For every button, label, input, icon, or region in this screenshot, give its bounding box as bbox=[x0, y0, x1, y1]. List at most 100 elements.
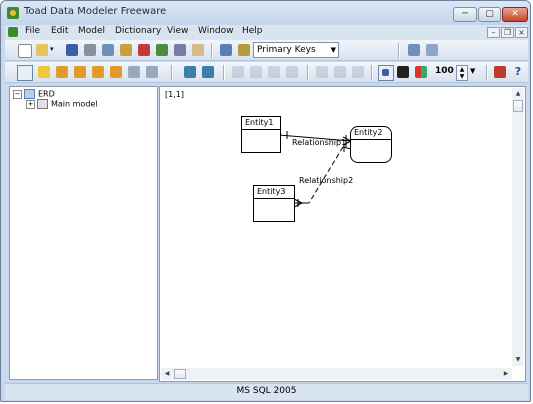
doc-icon[interactable] bbox=[8, 27, 18, 37]
toolbar-separator bbox=[211, 43, 213, 58]
align-right-icon[interactable] bbox=[267, 65, 281, 79]
scroll-right-icon[interactable]: ▶ bbox=[500, 368, 512, 380]
notation-icon[interactable] bbox=[396, 65, 410, 79]
model-icon bbox=[37, 99, 48, 109]
align-left-icon[interactable] bbox=[231, 65, 245, 79]
keys-combo-value: Primary Keys bbox=[257, 45, 316, 55]
toolbar-separator bbox=[398, 43, 400, 58]
entity-name: Entity2 bbox=[351, 127, 391, 140]
keys-combo[interactable]: Primary Keys ▼ bbox=[253, 42, 339, 58]
menu-file[interactable]: File bbox=[25, 26, 40, 36]
horizontal-scrollbar[interactable]: ◀ ▶ bbox=[161, 368, 512, 380]
pointer-icon[interactable] bbox=[17, 65, 33, 81]
key-list-icon[interactable] bbox=[237, 43, 251, 57]
window-tile-icon[interactable] bbox=[425, 43, 439, 57]
filter-icon[interactable] bbox=[315, 65, 329, 79]
menu-dictionary[interactable]: Dictionary bbox=[115, 26, 161, 36]
self-relationship-icon[interactable] bbox=[109, 65, 123, 79]
entity-tool-icon[interactable] bbox=[37, 65, 51, 79]
toolbar-separator bbox=[307, 65, 309, 80]
menu-edit[interactable]: Edit bbox=[51, 26, 68, 36]
toolbar-separator bbox=[223, 65, 225, 80]
print-icon[interactable] bbox=[83, 43, 97, 57]
relationship-tool-icon[interactable] bbox=[55, 65, 69, 79]
entity-list-icon[interactable] bbox=[219, 43, 233, 57]
close-button[interactable]: ✕ bbox=[502, 7, 528, 22]
main-toolbar: ▾ Primary Keys ▼ bbox=[5, 40, 528, 61]
zoom-value[interactable]: 100 bbox=[435, 66, 454, 76]
expand-icon[interactable]: + bbox=[26, 99, 35, 109]
toolbar-separator bbox=[371, 65, 373, 80]
help-icon[interactable]: ? bbox=[511, 65, 525, 79]
align-top-icon[interactable] bbox=[285, 65, 299, 79]
toolbar-separator bbox=[486, 65, 488, 80]
new-model-icon[interactable] bbox=[17, 43, 32, 58]
view-tool-icon[interactable] bbox=[145, 65, 159, 79]
reverse-engineer-icon[interactable] bbox=[155, 43, 169, 57]
erd-folder-icon bbox=[24, 89, 35, 99]
identifying-relationship-icon[interactable] bbox=[73, 65, 87, 79]
maximize-button[interactable]: ▢ bbox=[478, 7, 501, 22]
align-center-icon[interactable] bbox=[249, 65, 263, 79]
drawing-toolbar: 100 ▲ ▼ ▼ ? bbox=[5, 62, 528, 83]
relationship-lines bbox=[278, 131, 352, 208]
entity-name: Entity3 bbox=[254, 186, 294, 199]
vertical-scroll-thumb[interactable] bbox=[513, 100, 523, 112]
grid-toggle-icon[interactable] bbox=[378, 65, 394, 81]
paste-icon[interactable] bbox=[351, 65, 365, 79]
model-explorer: − ERD + Main model bbox=[9, 86, 158, 380]
menu-window[interactable]: Window bbox=[198, 26, 234, 36]
status-bar: MS SQL 2005 bbox=[5, 383, 528, 400]
entity-name: Entity1 bbox=[242, 117, 280, 130]
window-layout-icon[interactable] bbox=[407, 43, 421, 57]
title-bar: Toad Data Modeler Freeware ─ ▢ ✕ bbox=[1, 1, 530, 25]
menu-help[interactable]: Help bbox=[242, 26, 263, 36]
horizontal-scroll-thumb[interactable] bbox=[174, 369, 186, 379]
open-folder-icon[interactable] bbox=[35, 43, 49, 57]
check-icon[interactable] bbox=[137, 43, 151, 57]
cut-icon[interactable] bbox=[333, 65, 347, 79]
mdi-restore-button[interactable]: ❐ bbox=[501, 27, 514, 38]
scroll-down-icon[interactable]: ▼ bbox=[512, 354, 524, 366]
verify-model-icon[interactable] bbox=[101, 43, 115, 57]
collapse-icon[interactable]: − bbox=[13, 89, 22, 99]
eraser-icon[interactable] bbox=[191, 43, 205, 57]
database-type: MS SQL 2005 bbox=[236, 386, 297, 396]
diagram-canvas[interactable]: [1,1] Entity1 Entity2 Entity3 Relationsh… bbox=[159, 86, 526, 382]
app-window: Toad Data Modeler Freeware ─ ▢ ✕ File Ed… bbox=[0, 0, 531, 402]
minimize-button[interactable]: ─ bbox=[453, 7, 477, 22]
open-dropdown-icon[interactable]: ▾ bbox=[50, 45, 64, 59]
chevron-down-icon: ▼ bbox=[330, 46, 336, 54]
tree-item-main-model[interactable]: + Main model bbox=[26, 99, 98, 109]
toad-app-icon bbox=[7, 7, 19, 19]
zoom-dropdown-icon[interactable]: ▼ bbox=[470, 67, 484, 81]
tree-label-erd: ERD bbox=[38, 89, 55, 99]
entity-box[interactable]: Entity2 bbox=[350, 126, 392, 163]
exit-icon[interactable] bbox=[493, 65, 507, 79]
zoom-spinner[interactable]: ▲ ▼ bbox=[456, 65, 468, 81]
generate-icon[interactable] bbox=[119, 43, 133, 57]
workspace-tool-icon[interactable] bbox=[201, 65, 215, 79]
scroll-up-icon[interactable]: ▲ bbox=[512, 88, 524, 100]
non-identifying-relationship-icon[interactable] bbox=[91, 65, 105, 79]
colors-icon[interactable] bbox=[414, 65, 428, 79]
toolbar-separator bbox=[171, 65, 173, 80]
mdi-minimize-button[interactable]: – bbox=[487, 27, 500, 38]
mdi-close-button[interactable]: × bbox=[515, 27, 528, 38]
menu-view[interactable]: View bbox=[167, 26, 188, 36]
menu-model[interactable]: Model bbox=[78, 26, 105, 36]
entity-box[interactable]: Entity3 bbox=[253, 185, 295, 222]
window-title: Toad Data Modeler Freeware bbox=[24, 6, 167, 17]
menu-bar: File Edit Model Dictionary View Window H… bbox=[5, 25, 528, 40]
relationship-label[interactable]: Relationship2 bbox=[299, 176, 353, 185]
tree-item-erd[interactable]: − ERD bbox=[13, 89, 55, 99]
relationship-label[interactable]: Relationship1 bbox=[292, 138, 346, 147]
tree-label-main-model: Main model bbox=[51, 99, 98, 109]
note-tool-icon[interactable] bbox=[127, 65, 141, 79]
save-icon[interactable] bbox=[65, 43, 79, 57]
compare-icon[interactable] bbox=[173, 43, 187, 57]
image-tool-icon[interactable] bbox=[183, 65, 197, 79]
vertical-scrollbar[interactable]: ▲ ▼ bbox=[512, 88, 524, 366]
scroll-left-icon[interactable]: ◀ bbox=[161, 368, 173, 380]
entity-box[interactable]: Entity1 bbox=[241, 116, 281, 153]
